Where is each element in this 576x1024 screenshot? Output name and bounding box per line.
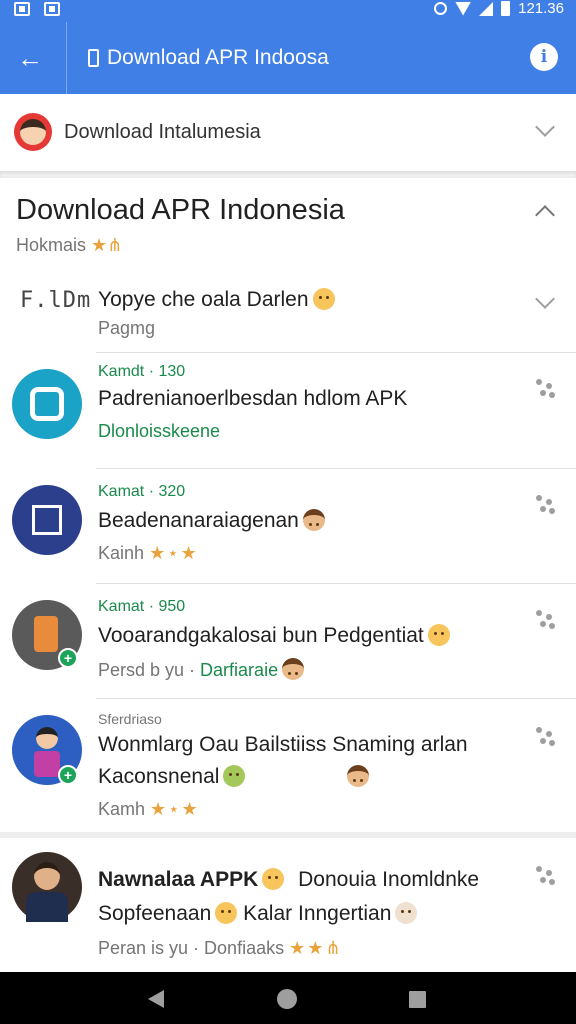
chevron-down-icon[interactable] <box>535 117 555 137</box>
more-icon[interactable] <box>536 495 556 515</box>
person-emoji-icon <box>302 509 325 531</box>
rating-stars: ★★⋔ <box>289 938 343 958</box>
item-meta: Kamat · 320 <box>98 483 186 500</box>
more-icon[interactable] <box>536 866 556 886</box>
item-title: Nawnalaa APPK Donouia Inomldnke <box>98 868 480 891</box>
chevron-down-icon[interactable] <box>535 289 555 309</box>
chevron-up-icon[interactable] <box>535 205 555 225</box>
emoji-icon <box>223 765 246 787</box>
avatar <box>12 852 82 922</box>
app-icon <box>12 369 82 439</box>
signal-icon <box>479 1 494 16</box>
person-emoji-icon <box>347 765 370 787</box>
section-subtitle-text: Hokmais <box>16 235 87 255</box>
emoji-icon <box>427 624 450 646</box>
back-arrow-icon[interactable]: ← <box>12 40 48 76</box>
item-meta: Kamdt · 130 <box>98 363 186 380</box>
alarm-icon <box>434 2 448 15</box>
list-item[interactable]: Kamat · 320 Beadenanaraiagenan Kainh ★⋆★ <box>0 469 576 584</box>
rating-stars: ★⋆★ <box>150 799 200 819</box>
item-subtitle: Dlonloisskeene <box>98 421 221 441</box>
app-bar: ← Download APR Indoosa i <box>0 22 576 94</box>
screenshot-icon <box>44 2 60 16</box>
list-item[interactable]: F.lDm Yopye che oala Darlen Pagmg <box>0 272 576 353</box>
account-name: Download Intalumesia <box>64 121 261 143</box>
emoji-icon <box>395 902 418 924</box>
account-selector[interactable]: Download Intalumesia <box>0 94 576 172</box>
item-subtitle: Kainh ★⋆★ <box>98 543 199 563</box>
emoji-icon <box>262 868 285 890</box>
rating-stars: ★⋆★ <box>149 543 199 563</box>
notification-icon <box>14 2 30 16</box>
more-icon[interactable] <box>536 379 556 399</box>
nav-home-icon[interactable] <box>277 989 297 1009</box>
item-title: Beadenanaraiagenan <box>98 509 325 533</box>
list-item[interactable]: + Kamat · 950 Vooarandgakalosai bun Pedg… <box>0 584 576 699</box>
info-icon[interactable]: i <box>530 43 558 71</box>
item-title: Vooarandgakalosai bun Pedgentiat <box>98 624 450 648</box>
install-badge-icon: + <box>58 648 78 668</box>
status-time: 121.36 <box>518 0 564 17</box>
emoji-icon <box>215 902 238 924</box>
rating-stars: ★⋔ <box>91 235 123 255</box>
phone-icon <box>88 49 99 67</box>
app-icon <box>12 485 82 555</box>
brand-logo: F.lDm <box>20 288 92 313</box>
emoji-icon <box>312 288 335 310</box>
wifi-icon <box>455 1 472 16</box>
item-subtitle: Pagmg <box>98 318 156 338</box>
nav-back-icon[interactable] <box>148 990 164 1008</box>
item-title: Wonmlarg Oau Bailstiiss Snaming arlan <box>98 733 468 756</box>
developer-link[interactable]: Darfiaraie <box>200 660 278 680</box>
section-subtitle: Hokmais ★⋔ <box>16 235 122 256</box>
more-icon[interactable] <box>536 727 556 747</box>
item-title-line2: Kaconsnenal <box>98 765 370 789</box>
person-emoji-icon <box>282 658 305 680</box>
divider <box>66 22 67 94</box>
page-title: Download APR Indoosa <box>107 46 329 69</box>
item-title: Yopye che oala Darlen <box>98 288 335 312</box>
list-item[interactable]: + Sferdriaso Wonmlarg Oau Bailstiiss Sna… <box>0 699 576 832</box>
more-icon[interactable] <box>536 610 556 630</box>
nav-recents-icon[interactable] <box>409 991 426 1008</box>
list-item[interactable]: Kamdt · 130 Padrenianoerlbesdan hdlom AP… <box>0 353 576 469</box>
battery-icon <box>501 1 511 16</box>
section-divider <box>0 172 576 178</box>
navigation-bar <box>0 972 576 1024</box>
avatar <box>14 113 52 151</box>
item-meta: Kamat · 950 <box>98 598 186 615</box>
item-title: Padrenianoerlbesdan hdlom APK <box>98 387 408 410</box>
item-subtitle: Persd b yu · Darfiaraie <box>98 658 305 681</box>
install-badge-icon: + <box>58 765 78 785</box>
list-item[interactable]: Nawnalaa APPK Donouia Inomldnke Sopfeena… <box>0 838 576 972</box>
item-meta: Sferdriaso <box>98 711 162 727</box>
item-title-line2: Sopfeenaan Kalar Inngertian <box>98 902 418 926</box>
item-subtitle: Kamh ★⋆★ <box>98 799 200 819</box>
section-title: Download APR Indonesia <box>16 194 345 226</box>
developer-link[interactable]: Donfiaaks <box>204 938 284 958</box>
status-bar: 121.36 <box>0 0 576 22</box>
item-subtitle: Peran is yu · Donfiaaks ★★⋔ <box>98 938 343 958</box>
